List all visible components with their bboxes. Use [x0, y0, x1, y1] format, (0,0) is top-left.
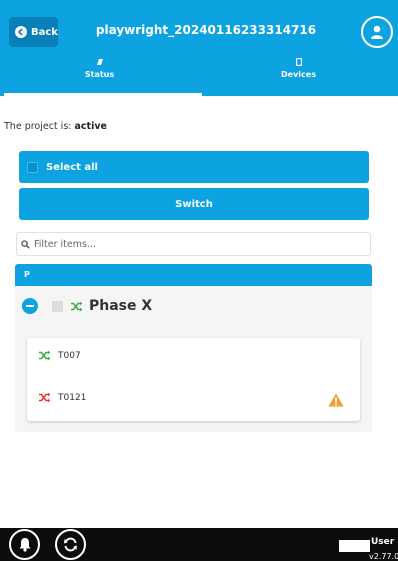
sync-icon — [64, 537, 77, 552]
user-icon — [371, 25, 383, 39]
select-all-checkbox[interactable] — [27, 161, 38, 173]
phase-checkbox[interactable] — [52, 300, 63, 312]
select-all-button[interactable]: Select all — [19, 151, 369, 183]
tab-devices[interactable]: Devices — [199, 58, 398, 96]
user-avatar-badge — [339, 540, 370, 552]
switch-label: Switch — [175, 198, 213, 210]
app-version: v2.77.0 — [369, 552, 398, 561]
group-header-label: P — [24, 270, 30, 279]
shuffle-icon — [71, 301, 83, 311]
list-item-label: T0121 — [58, 392, 87, 403]
list-item[interactable]: T0121 — [38, 392, 86, 403]
project-status-value: active — [74, 121, 107, 132]
list-item[interactable]: T007 — [38, 350, 81, 361]
filter-input[interactable]: Filter items... — [16, 232, 371, 256]
phase-row: Phase X — [15, 286, 372, 326]
devices-icon — [295, 58, 302, 66]
tab-status-label: Status — [84, 70, 115, 79]
project-status-prefix: The project is: — [4, 121, 72, 132]
collapse-button[interactable] — [22, 298, 38, 314]
tab-status[interactable]: Status — [0, 58, 199, 96]
phase-label: Phase X — [89, 298, 153, 314]
user-account-button[interactable] — [361, 16, 393, 48]
filter-placeholder: Filter items... — [34, 238, 97, 250]
select-all-label: Select all — [46, 161, 98, 173]
chevron-left-icon — [15, 26, 27, 38]
shuffle-icon — [39, 350, 51, 361]
footer-user-label: User — [371, 537, 395, 547]
warning-icon — [328, 393, 344, 407]
bell-icon — [19, 538, 30, 552]
minus-icon — [26, 305, 34, 307]
project-status-line: The project is: active — [4, 121, 107, 132]
group-header: P — [15, 264, 372, 286]
project-title: playwright_20240116233314716 — [95, 23, 317, 37]
switch-button[interactable]: Switch — [19, 188, 369, 220]
search-icon — [21, 239, 30, 249]
back-label: Back — [31, 26, 58, 38]
notifications-button[interactable] — [9, 529, 40, 560]
tab-devices-label: Devices — [281, 70, 316, 79]
shuffle-icon — [39, 392, 51, 403]
sync-button[interactable] — [55, 529, 86, 560]
list-item-label: T007 — [58, 350, 81, 361]
back-button[interactable]: Back — [9, 17, 58, 47]
status-icon — [96, 59, 103, 65]
